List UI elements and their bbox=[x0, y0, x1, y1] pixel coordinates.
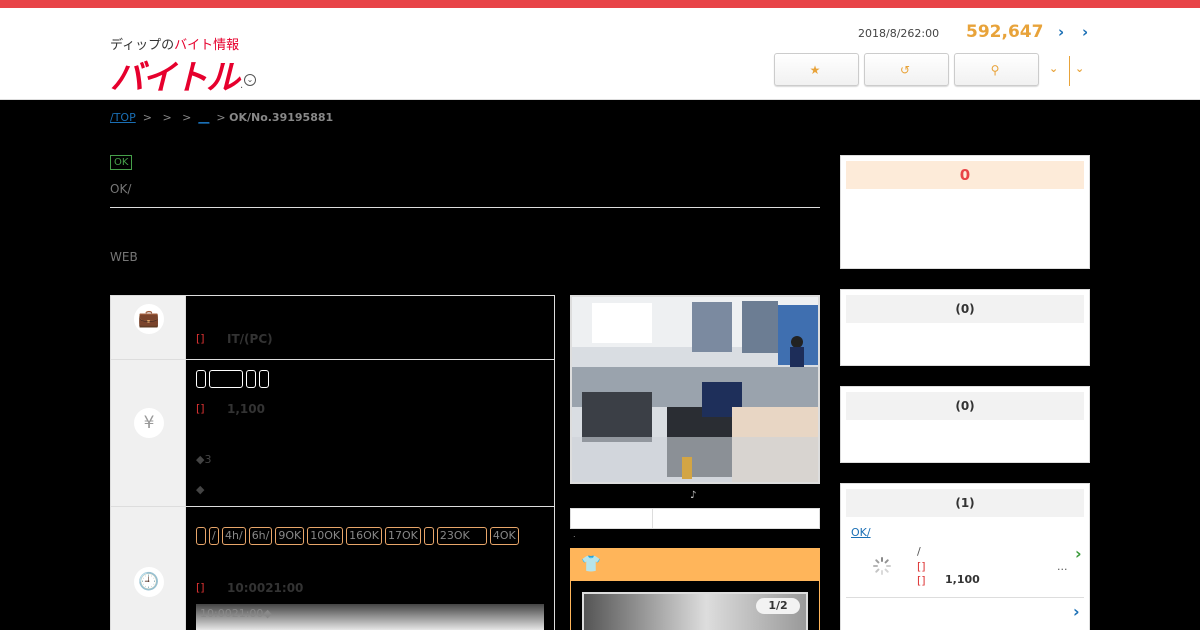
site-logo[interactable]: バイトル bbox=[110, 50, 240, 99]
top-accent-bar bbox=[0, 0, 1200, 8]
history-icon: ↺ bbox=[899, 62, 911, 77]
gallery-pager: 1/2 bbox=[756, 598, 800, 614]
wage-value: 1,100 bbox=[227, 402, 265, 416]
sidebar-box-3: (0) bbox=[840, 386, 1090, 463]
history-button[interactable]: ↺ bbox=[864, 53, 949, 86]
hours-label: [] bbox=[196, 581, 205, 594]
photo-tab[interactable] bbox=[571, 509, 653, 528]
table-row: 🕘 / 4h/ 6h/ 9OK 10OK 16OK 17OK 23OK 4OK … bbox=[111, 507, 554, 630]
shift-tag: 6h/ bbox=[248, 527, 273, 545]
shift-tag: 4h/ bbox=[222, 527, 246, 545]
shift-tags: / 4h/ 6h/ 9OK 10OK 16OK 17OK 23OK 4OK bbox=[196, 527, 546, 545]
web-label: WEB bbox=[110, 250, 138, 264]
title-divider bbox=[110, 207, 820, 208]
breadcrumb-sep: > bbox=[216, 111, 226, 124]
sidebar-box-1-title: 0 bbox=[846, 161, 1084, 189]
job-label-1: [] bbox=[917, 560, 926, 573]
wage-tag bbox=[246, 370, 256, 388]
search-button[interactable]: ⚲ bbox=[954, 53, 1039, 86]
header-link-2[interactable]: › bbox=[1082, 23, 1088, 41]
chevron-down-icon[interactable]: ⌄ bbox=[1075, 62, 1084, 75]
search-icon: ⚲ bbox=[990, 62, 1000, 77]
wage-note-2: ◆ bbox=[196, 483, 205, 496]
job-info-table: 💼 [] IT/(PC) ¥ [] 1,100 ◆3 ◆ 🕘 / 4h/ 6h/… bbox=[110, 295, 555, 630]
job-label-2: [] bbox=[917, 574, 926, 587]
briefcase-icon: 💼 bbox=[134, 304, 164, 334]
shift-tag: 16OK bbox=[346, 527, 382, 545]
job-count: 592,647 bbox=[966, 22, 1044, 42]
job-subtitle: OK/ bbox=[110, 182, 132, 196]
row-icon-cell: 💼 bbox=[111, 296, 186, 359]
sidebar-box-4: (1) OK/ / [] [] 1,100 ... › › bbox=[840, 483, 1090, 630]
hours-more-fade: 10:0021:00◆ bbox=[196, 604, 544, 630]
photo-tabs[interactable] bbox=[570, 508, 820, 529]
table-row: ¥ [] 1,100 ◆3 ◆ bbox=[111, 360, 554, 507]
yen-icon: ¥ bbox=[134, 408, 164, 438]
more-link[interactable]: › bbox=[1073, 602, 1080, 621]
gallery-panel: 👕 1/2 bbox=[570, 548, 820, 630]
sidebar-box-2-title: (0) bbox=[846, 295, 1084, 323]
row-icon-cell: ¥ bbox=[111, 360, 186, 506]
row-icon-cell: 🕘 bbox=[111, 507, 186, 630]
wage-tag bbox=[259, 370, 269, 388]
sidebar-box-1: 0 bbox=[840, 155, 1090, 269]
workplace-photo[interactable] bbox=[570, 295, 820, 484]
update-date: 2018/8/262:00 bbox=[858, 27, 940, 40]
breadcrumb-sep: > bbox=[182, 111, 192, 124]
wage-note-1: ◆3 bbox=[196, 453, 212, 466]
header-link-1[interactable]: › bbox=[1058, 23, 1064, 41]
logo-dot: . bbox=[240, 80, 244, 91]
recommended-job-link[interactable]: OK/ bbox=[851, 526, 903, 539]
job-type-value: IT/(PC) bbox=[227, 332, 273, 346]
breadcrumb-sep: > bbox=[162, 111, 172, 124]
shift-tag: 9OK bbox=[275, 527, 305, 545]
shift-tag bbox=[196, 527, 206, 545]
breadcrumb-top-link[interactable]: /TOP bbox=[110, 111, 136, 124]
sidebar-box-2: (0) bbox=[840, 289, 1090, 366]
shift-tag: 23OK bbox=[436, 527, 487, 545]
breadcrumb-sep: > bbox=[142, 111, 152, 124]
wage-label: [] bbox=[196, 402, 205, 415]
clock-icon: 🕘 bbox=[134, 567, 164, 597]
shift-tag bbox=[423, 527, 434, 545]
shift-tag: 17OK bbox=[385, 527, 421, 545]
chevron-right-icon[interactable]: › bbox=[1075, 544, 1082, 563]
site-header: ディップのバイト情報 バイトル . ⌄ 2018/8/262:00 592,64… bbox=[0, 8, 1200, 100]
photo-caption: ♪ bbox=[690, 490, 697, 501]
item-divider bbox=[846, 597, 1084, 598]
shift-tag: / bbox=[209, 527, 219, 545]
favorites-button[interactable]: ★ bbox=[774, 53, 859, 86]
chevron-down-icon[interactable]: ⌄ bbox=[1049, 62, 1058, 75]
wage-tags bbox=[196, 370, 546, 388]
breadcrumb: /TOP > > > __ > OK/No.39195881 bbox=[110, 111, 333, 124]
office-photo-image bbox=[572, 297, 818, 482]
header-divider bbox=[1069, 56, 1070, 86]
job-ellipsis: ... bbox=[1057, 560, 1068, 573]
tab-dot: . bbox=[573, 530, 576, 539]
hours-more-text: 10:0021:00◆ bbox=[200, 607, 272, 620]
job-wage: 1,100 bbox=[945, 573, 980, 586]
job-type-label: [] bbox=[196, 332, 205, 345]
breadcrumb-current: OK/No.39195881 bbox=[229, 111, 334, 124]
sidebar-box-3-title: (0) bbox=[846, 392, 1084, 420]
gallery-thumbnail[interactable]: 1/2 bbox=[582, 592, 808, 630]
shift-tag: 4OK bbox=[489, 527, 519, 545]
star-icon: ★ bbox=[809, 62, 821, 77]
ok-badge: OK bbox=[110, 155, 133, 170]
table-row: 💼 [] IT/(PC) bbox=[111, 296, 554, 360]
shirt-icon: 👕 bbox=[581, 554, 601, 573]
hours-value: 10:0021:00 bbox=[227, 581, 304, 595]
breadcrumb-link[interactable]: __ bbox=[198, 111, 209, 124]
wage-tag bbox=[196, 370, 206, 388]
loading-spinner-icon bbox=[873, 557, 891, 575]
gallery-header: 👕 bbox=[571, 549, 819, 581]
chevron-down-icon[interactable]: ⌄ bbox=[244, 74, 256, 86]
shift-tag: 10OK bbox=[307, 527, 344, 545]
sidebar-box-4-title: (1) bbox=[846, 489, 1084, 517]
wage-tag bbox=[209, 370, 243, 388]
job-slash: / bbox=[917, 545, 921, 558]
